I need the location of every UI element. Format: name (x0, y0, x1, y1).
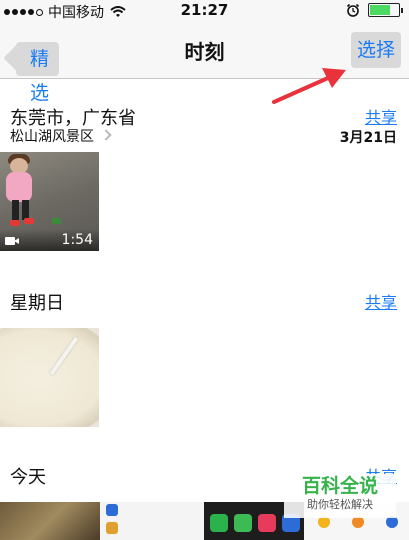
status-icons (346, 3, 403, 17)
chevron-right-icon (100, 129, 112, 141)
watermark-sub: 助你轻松解决 (307, 498, 373, 511)
battery-tip (401, 7, 403, 13)
moment-location-label: 松山湖风景区 (10, 129, 94, 145)
moment-location[interactable]: 松山湖风景区 (10, 126, 112, 146)
select-button[interactable]: 选择 (350, 32, 401, 68)
moment-title: 星期日 (10, 293, 64, 314)
moment-date: 3月21日 (339, 130, 397, 146)
annotation-arrow-icon (272, 68, 346, 104)
watermark-main: 百科全说 (301, 475, 378, 497)
watermark: 百科全说 助你轻松解决 (284, 474, 396, 518)
battery-icon (368, 3, 400, 17)
video-camera-icon (5, 237, 15, 245)
alarm-icon (346, 3, 360, 17)
back-button[interactable]: 精选 (16, 42, 60, 104)
photo-thumbnail[interactable] (0, 502, 100, 540)
share-link[interactable]: 共享 (365, 289, 397, 313)
video-duration: 1:54 (61, 232, 93, 248)
page-title: 时刻 (184, 40, 225, 64)
battery-level-fill (370, 5, 390, 15)
screenshot-thumbnail[interactable] (100, 502, 204, 540)
video-thumbnail[interactable]: 1:54 (0, 152, 99, 251)
status-bar: 中国移动 21:27 (0, 0, 409, 22)
photo-thumbnail[interactable] (0, 328, 99, 427)
share-link[interactable]: 共享 (365, 104, 397, 128)
moment-title: 今天 (10, 467, 46, 488)
